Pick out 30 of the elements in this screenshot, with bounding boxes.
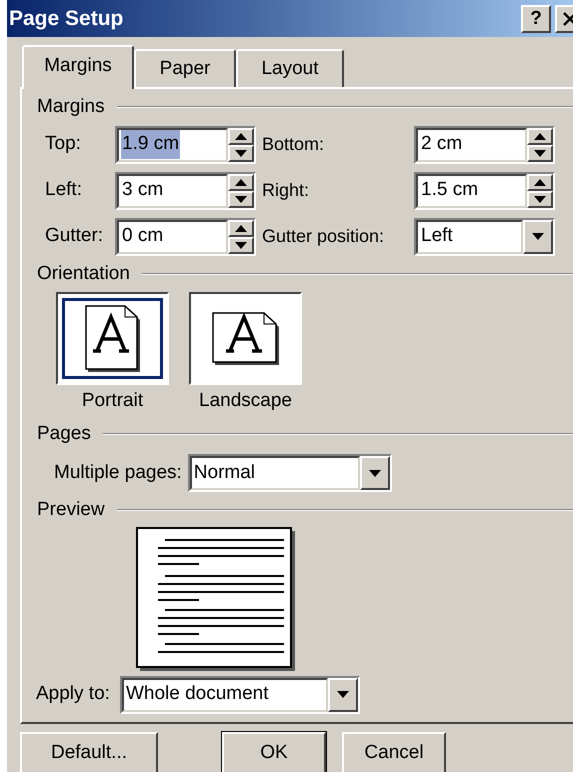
group-heading: Pages	[37, 422, 91, 446]
orientation-label: Landscape	[199, 389, 292, 413]
field-label: Gutter:	[44, 224, 104, 248]
field-label: Right:	[262, 179, 310, 202]
spin-field[interactable]: 1.5 cm	[414, 172, 555, 210]
spin-field[interactable]: 3 cm	[115, 172, 256, 210]
dialog-button[interactable]: Default...	[20, 732, 158, 772]
field-label: Multiple pages:	[54, 460, 182, 485]
spin-field[interactable]: 0 cm	[115, 218, 256, 256]
dialog-button[interactable]: OK	[222, 732, 326, 772]
dropdown-field[interactable]: Normal	[188, 454, 392, 492]
group-heading: Margins	[37, 95, 105, 119]
dropdown-field[interactable]: Left	[414, 218, 555, 256]
help-button[interactable]: ?	[521, 4, 551, 32]
group-heading: Preview	[37, 498, 105, 522]
orientation-label: Portrait	[82, 389, 144, 413]
tab[interactable]: Layout	[236, 49, 344, 87]
spin-field[interactable]: 2 cm	[414, 126, 555, 164]
field-label: Left:	[44, 178, 83, 202]
field-label: Gutter position:	[262, 225, 386, 248]
window-title: Page Setup	[9, 6, 124, 32]
group-heading: Orientation	[37, 262, 130, 286]
spin-field[interactable]: 1.9 cm	[115, 126, 256, 164]
field-label: Apply to:	[36, 682, 110, 706]
tab[interactable]: Paper	[134, 49, 236, 87]
field-label: Bottom:	[262, 133, 326, 156]
field-label: Top:	[44, 132, 82, 156]
tab[interactable]: Margins	[22, 45, 134, 89]
dropdown-field[interactable]: Whole document	[120, 676, 360, 714]
dialog-button[interactable]: Cancel	[342, 732, 446, 772]
